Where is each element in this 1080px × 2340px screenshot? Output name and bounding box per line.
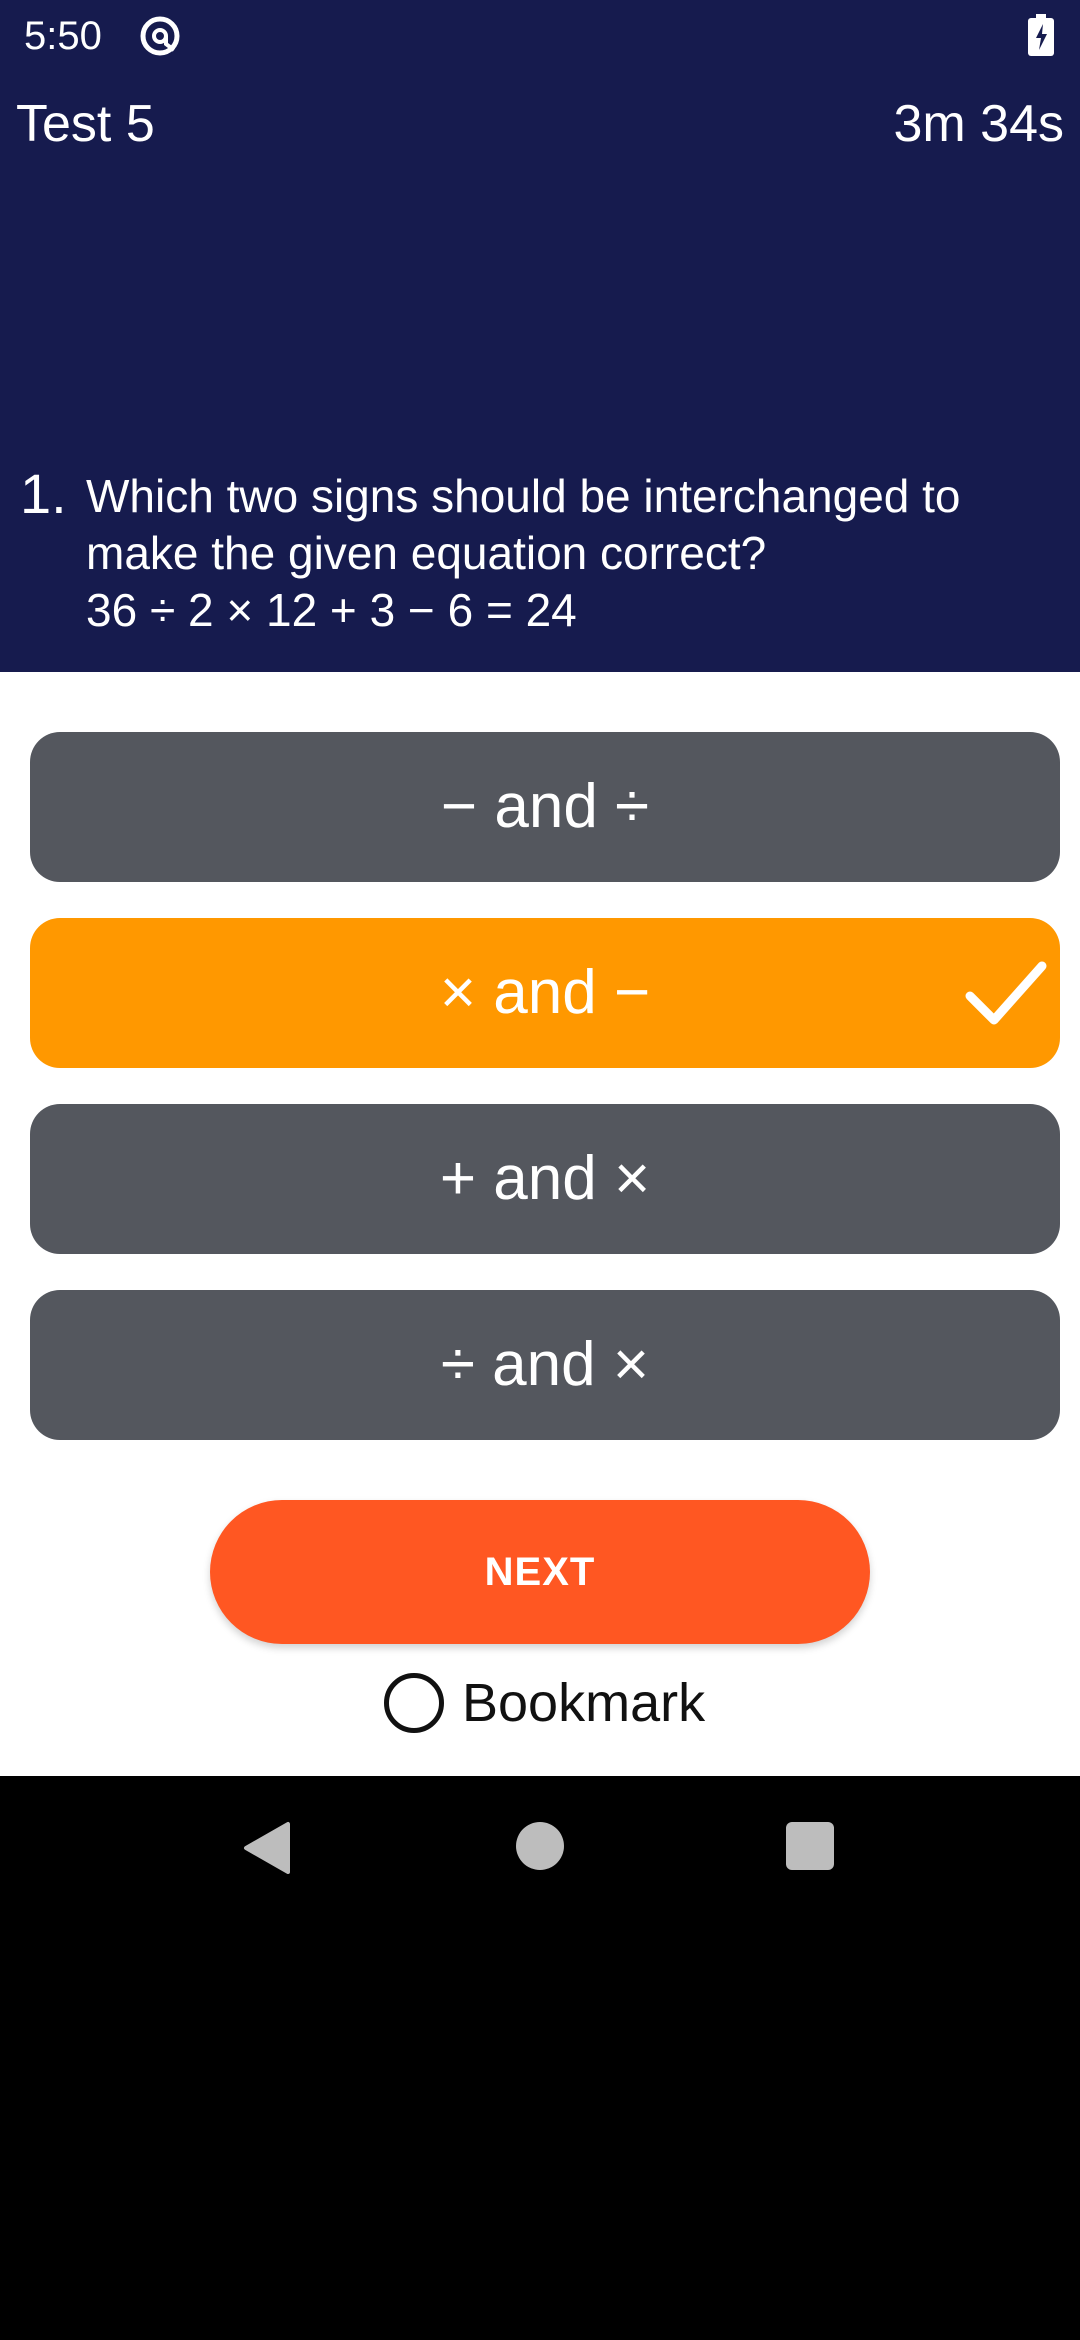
- screen: 5:50 Test 5 3m 34s 1. Which two signs sh…: [0, 0, 1080, 2340]
- options-list: − and ÷ × and − + and × ÷ and ×: [0, 672, 1080, 1440]
- next-button-label: NEXT: [484, 1549, 596, 1594]
- system-navigation-bar: [0, 1776, 1080, 1920]
- next-button[interactable]: NEXT: [210, 1500, 870, 1644]
- option-button-selected[interactable]: × and −: [30, 918, 1060, 1068]
- question-text: Which two signs should be interchanged t…: [86, 468, 1066, 639]
- question-equation: 36 ÷ 2 × 12 + 3 − 6 = 24: [86, 584, 577, 636]
- option-label: + and ×: [439, 1144, 651, 1213]
- answer-area: − and ÷ × and − + and × ÷ and × NEXT Boo…: [0, 672, 1080, 1776]
- back-triangle-icon[interactable]: [242, 1820, 292, 1876]
- option-button[interactable]: − and ÷: [30, 732, 1060, 882]
- radio-unchecked-icon[interactable]: [384, 1673, 444, 1733]
- question-line: make the given equation correct?: [86, 527, 767, 579]
- question-number: 1.: [20, 462, 67, 525]
- recent-apps-square-icon[interactable]: [786, 1822, 834, 1870]
- test-title: Test 5: [16, 95, 155, 153]
- bookmark-toggle[interactable]: Bookmark: [384, 1668, 705, 1738]
- status-time: 5:50: [24, 14, 102, 58]
- home-circle-icon[interactable]: [516, 1822, 564, 1870]
- check-icon: [965, 961, 1047, 1025]
- option-button[interactable]: + and ×: [30, 1104, 1060, 1254]
- quiz-header: 5:50 Test 5 3m 34s 1. Which two signs sh…: [0, 0, 1080, 672]
- option-label: − and ÷: [440, 772, 650, 841]
- question-line: Which two signs should be interchanged t…: [86, 470, 961, 522]
- option-button[interactable]: ÷ and ×: [30, 1290, 1060, 1440]
- bookmark-label: Bookmark: [462, 1673, 706, 1733]
- option-label: ÷ and ×: [440, 1330, 650, 1399]
- battery-charging-icon: [1028, 14, 1054, 56]
- option-label: × and −: [439, 958, 651, 1027]
- elapsed-timer: 3m 34s: [893, 95, 1064, 153]
- at-sign-icon: [140, 16, 180, 56]
